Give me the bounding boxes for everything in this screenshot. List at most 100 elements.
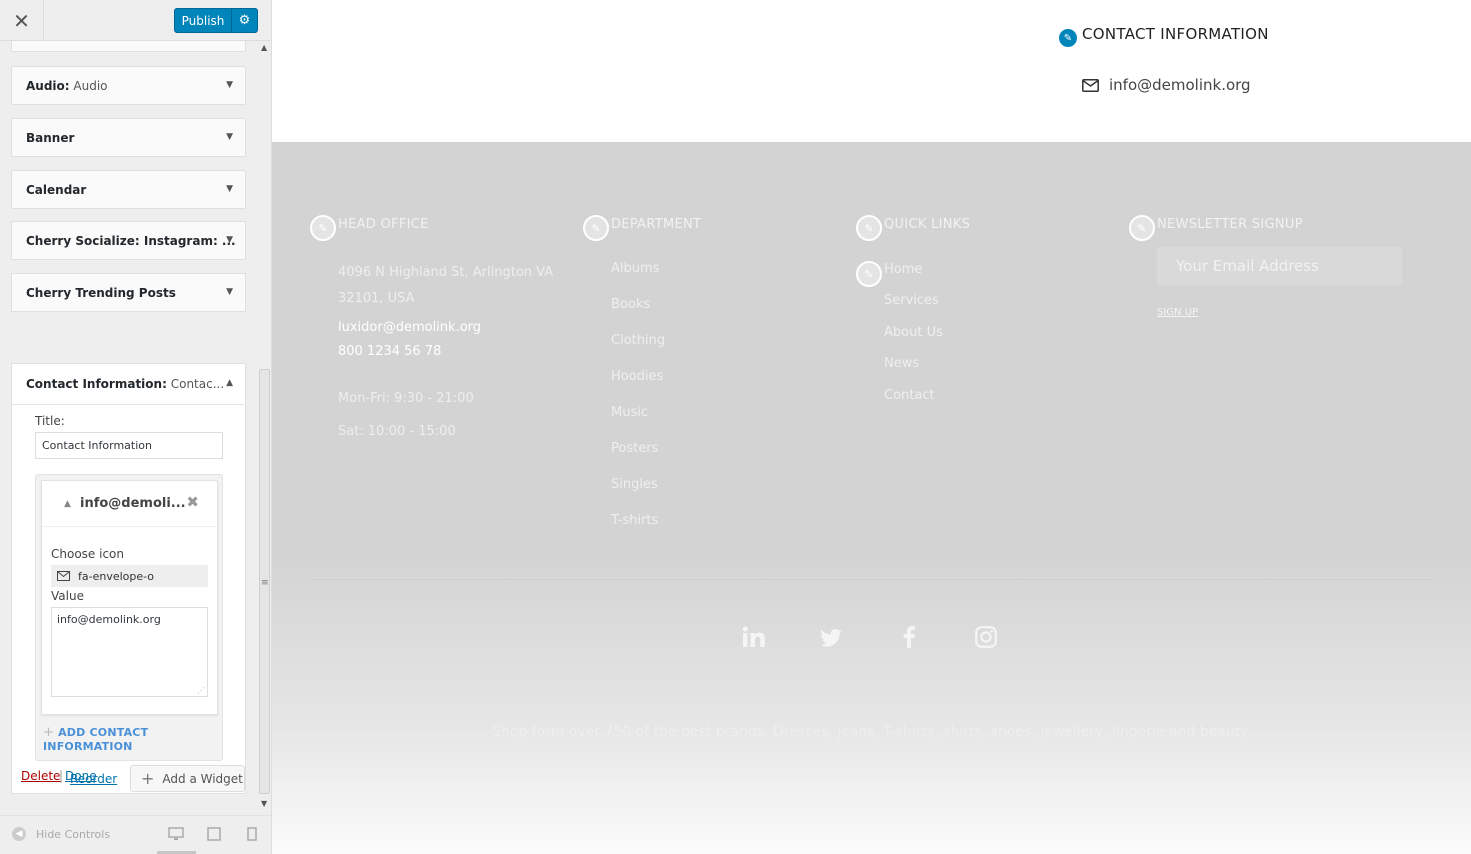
choose-icon-label: Choose icon [51,547,124,561]
widget-item-banner[interactable]: Banner ▼ [11,118,246,157]
scroll-up-icon[interactable]: ▲ [261,43,267,52]
plus-icon: + [43,725,55,740]
widget-item-audio[interactable]: Audio: Audio ▼ [11,66,246,105]
twitter-icon[interactable] [820,629,842,651]
close-icon: ✕ [13,8,30,33]
newsletter-email-input[interactable]: Your Email Address [1157,247,1402,285]
reorder-widgets-link[interactable]: Reorder [70,772,117,786]
publish-button-group: Publish ⚙ [174,8,258,33]
quick-link[interactable]: Services [884,293,939,308]
office-email[interactable]: luxidor@demolink.org [338,320,481,335]
collapse-arrow-icon: ▲ [226,378,233,388]
widget-name: Cherry Trending Posts [26,285,176,300]
expand-arrow-icon: ▼ [226,287,233,297]
signup-button[interactable]: SIGN UP [1157,307,1198,318]
publish-settings-button[interactable]: ⚙ [232,9,257,32]
linkedin-icon[interactable] [742,626,765,652]
hide-controls-button[interactable]: ◀ Hide Controls [12,827,110,841]
department-link[interactable]: Music [611,405,648,420]
widget-name: Contact Information: [26,377,167,391]
instagram-icon[interactable] [975,626,997,652]
mobile-preview-icon[interactable] [247,827,257,844]
customizer-footer: ◀ Hide Controls [0,815,271,854]
scroll-down-icon[interactable]: ▼ [261,799,267,808]
facebook-icon[interactable] [903,626,915,652]
widget-item-trending-posts[interactable]: Cherry Trending Posts ▼ [11,273,246,312]
contact-item-header[interactable]: ▲ info@demoli... ✖ [42,481,217,527]
hide-controls-label: Hide Controls [36,827,111,841]
quick-links-title: QUICK LINKS [884,217,971,232]
sidebar-scrollbar[interactable]: ▲ ≡ ▼ [258,41,271,815]
add-contact-label: ADD CONTACT INFORMATION [43,726,149,753]
tablet-preview-icon[interactable] [207,827,221,844]
contact-email-text[interactable]: info@demolink.org [1109,76,1251,94]
edit-shortcut-pencil-icon[interactable]: ✎ [856,215,882,241]
hours-saturday: Sat: 10:00 - 15:00 [338,424,456,439]
collapse-triangle-icon[interactable]: ▲ [64,499,71,509]
expand-arrow-icon: ▼ [226,80,233,90]
department-link[interactable]: Albums [611,261,659,276]
remove-item-icon[interactable]: ✖ [186,493,199,511]
site-footer: ✎ HEAD OFFICE 4096 N Highland St, Arling… [272,142,1471,854]
close-customizer-button[interactable]: ✕ [0,0,44,41]
desktop-preview-icon[interactable] [168,827,184,844]
widget-item-partial[interactable] [11,41,246,52]
edit-shortcut-pencil-icon[interactable]: ✎ [1129,215,1155,241]
widget-name: Banner [26,130,75,145]
customizer-app: ✕ Publish ⚙ Audio: Audio ▼ Banner ▼ Cale… [0,0,1471,854]
edit-shortcut-pencil-icon[interactable]: ✎ [583,215,609,241]
department-link[interactable]: Books [611,297,650,312]
contact-widget-preview: ✎ CONTACT INFORMATION info@demolink.org [272,0,1471,142]
quick-link[interactable]: Contact [884,388,935,403]
scroll-grip-icon: ≡ [261,578,269,588]
footer-tagline: Shop form over 750 of the best brands. D… [492,724,1251,740]
quick-link[interactable]: About Us [884,325,943,340]
widget-name: Cherry Socialize: Instagram: ... [26,233,236,248]
link-separator: | [59,769,64,783]
scrollbar-thumb[interactable]: ≡ [259,369,270,794]
envelope-icon [1082,78,1099,92]
publish-button[interactable]: Publish [175,9,232,32]
customizer-sidebar: ✕ Publish ⚙ Audio: Audio ▼ Banner ▼ Cale… [0,0,272,854]
widget-contact-information-panel: Contact Information: Contac... ▲ Title: … [11,363,246,794]
icon-name: fa-envelope-o [78,569,155,583]
widget-name: Audio: [26,78,70,93]
quick-link[interactable]: Home [884,262,922,277]
widget-item-calendar[interactable]: Calendar ▼ [11,170,246,209]
widget-item-instagram[interactable]: Cherry Socialize: Instagram: ... ▼ [11,221,246,260]
office-phone[interactable]: 800 1234 56 78 [338,344,441,359]
title-label: Title: [35,414,65,428]
icon-picker[interactable]: fa-envelope-o [51,565,208,587]
quick-link[interactable]: News [884,356,919,371]
widget-subtitle: Contac... [170,377,225,391]
add-contact-information-button[interactable]: + ADD CONTACT INFORMATION [43,725,222,753]
contact-item-title: info@demoli... [80,496,186,511]
delete-widget-link[interactable]: Delete [21,769,60,783]
contact-item: ▲ info@demoli... ✖ Choose icon fa-envelo… [41,480,218,715]
widget-item-contact-information[interactable]: Contact Information: Contac... ▲ [12,364,245,405]
gear-icon: ⚙ [238,13,251,28]
edit-shortcut-pencil-icon[interactable]: ✎ [856,261,882,287]
department-link[interactable]: T-shirts [611,513,658,528]
widget-subtitle: Audio [73,78,108,93]
title-input[interactable] [35,432,223,459]
edit-shortcut-pencil-icon[interactable]: ✎ [1057,27,1079,49]
department-title: DEPARTMENT [611,217,702,232]
department-link[interactable]: Hoodies [611,369,663,384]
edit-shortcut-pencil-icon[interactable]: ✎ [310,215,336,241]
expand-arrow-icon: ▼ [226,132,233,142]
value-textarea[interactable]: info@demolink.org ⋰ [51,607,208,697]
department-link[interactable]: Singles [611,477,658,492]
resize-grip-icon[interactable]: ⋰ [197,686,205,695]
department-link[interactable]: Clothing [611,333,665,348]
contact-email-line: info@demolink.org [1082,76,1251,94]
value-label: Value [51,589,84,603]
address-line-1: 4096 N Highland St, Arlington VA [338,265,554,280]
department-link[interactable]: Posters [611,441,658,456]
value-text: info@demolink.org [57,613,161,626]
add-widget-button[interactable]: + Add a Widget [130,765,245,792]
contact-items-container: ▲ info@demoli... ✖ Choose icon fa-envelo… [35,474,223,761]
hours-weekday: Mon-Fri: 9:30 - 21:00 [338,391,474,406]
expand-arrow-icon: ▼ [226,184,233,194]
newsletter-title: NEWSLETTER SIGNUP [1157,217,1303,232]
